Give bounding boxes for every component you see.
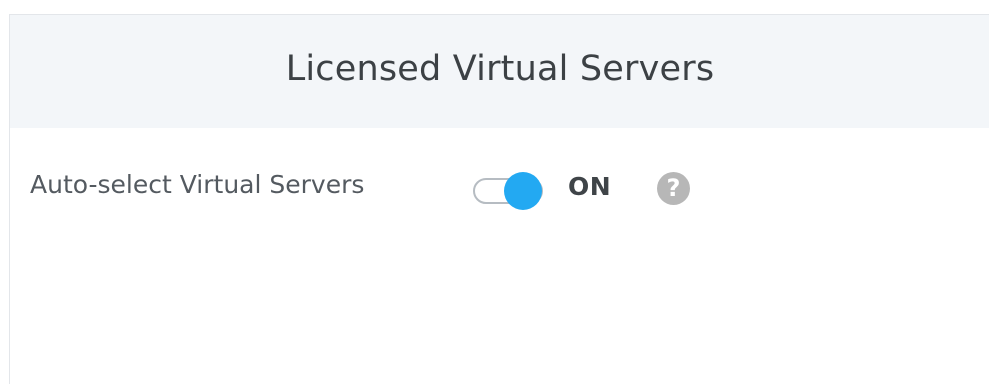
auto-select-toggle[interactable]	[473, 170, 559, 214]
panel-header: Licensed Virtual Servers	[10, 15, 989, 128]
panel-title: Licensed Virtual Servers	[285, 49, 715, 89]
toggle-state-text: ON	[568, 172, 612, 201]
auto-select-label: Auto-select Virtual Servers	[30, 170, 365, 199]
toggle-knob	[504, 172, 542, 210]
help-icon[interactable]: ?	[657, 172, 690, 205]
